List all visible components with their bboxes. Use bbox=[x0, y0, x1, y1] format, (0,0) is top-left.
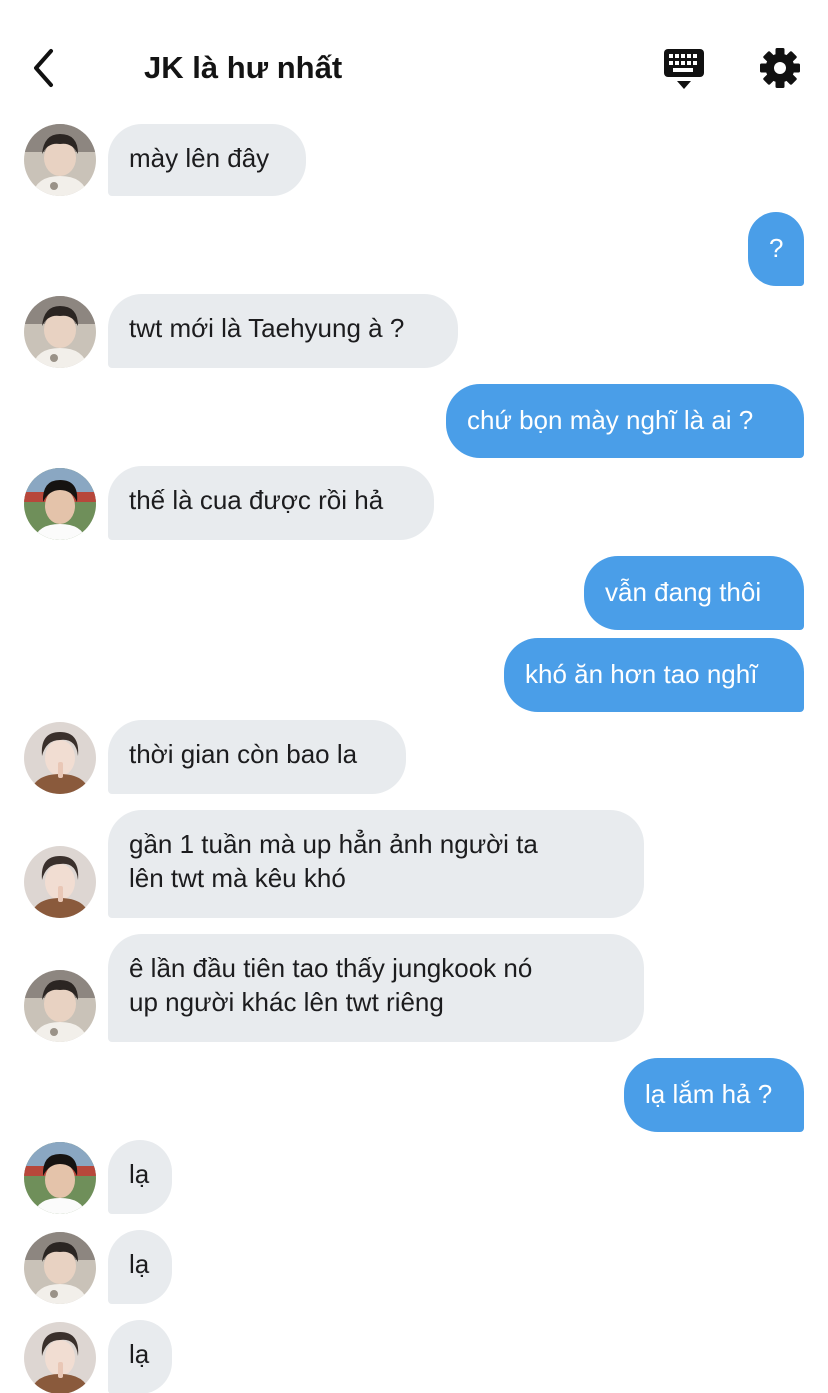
avatar[interactable] bbox=[24, 722, 96, 794]
keyboard-icon bbox=[664, 49, 704, 89]
message-bubble[interactable]: ? bbox=[748, 212, 804, 286]
avatar[interactable] bbox=[24, 1142, 96, 1214]
avatar[interactable] bbox=[24, 296, 96, 368]
message-bubble[interactable]: lạ bbox=[108, 1140, 172, 1214]
avatar[interactable] bbox=[24, 1322, 96, 1393]
message-bubble[interactable]: lạ lắm hả ? bbox=[624, 1058, 804, 1132]
avatar[interactable] bbox=[24, 970, 96, 1042]
message-bubble[interactable]: lạ bbox=[108, 1320, 172, 1393]
chat-screen: JK là hư nhất mày lên đây ? twt mới là T… bbox=[0, 0, 828, 1393]
avatar[interactable] bbox=[24, 1232, 96, 1304]
message-bubble[interactable]: gần 1 tuần mà up hẳn ảnh người ta lên tw… bbox=[108, 810, 644, 918]
message-bubble[interactable]: vẫn đang thôi bbox=[584, 556, 804, 630]
message-bubble[interactable]: khó ăn hơn tao nghĩ bbox=[504, 638, 804, 712]
message-bubble[interactable]: chứ bọn mày nghĩ là ai ? bbox=[446, 384, 804, 458]
message-bubble[interactable]: thế là cua được rồi hả bbox=[108, 466, 434, 540]
message-bubble[interactable]: lạ bbox=[108, 1230, 172, 1304]
message-bubble[interactable]: mày lên đây bbox=[108, 124, 306, 196]
message-bubble[interactable]: ê lần đầu tiên tao thấy jungkook nó up n… bbox=[108, 934, 644, 1042]
avatar[interactable] bbox=[24, 468, 96, 540]
chat-header: JK là hư nhất bbox=[0, 0, 828, 118]
gear-icon bbox=[760, 48, 800, 88]
chevron-left-icon bbox=[34, 49, 53, 87]
message-bubble[interactable]: thời gian còn bao la bbox=[108, 720, 406, 794]
back-button[interactable] bbox=[20, 44, 68, 92]
avatar[interactable] bbox=[24, 124, 96, 196]
avatar[interactable] bbox=[24, 846, 96, 918]
message-bubble[interactable]: twt mới là Taehyung à ? bbox=[108, 294, 458, 368]
chat-title: JK là hư nhất bbox=[144, 50, 343, 85]
settings-button[interactable] bbox=[756, 44, 804, 92]
keyboard-button[interactable] bbox=[660, 44, 708, 92]
